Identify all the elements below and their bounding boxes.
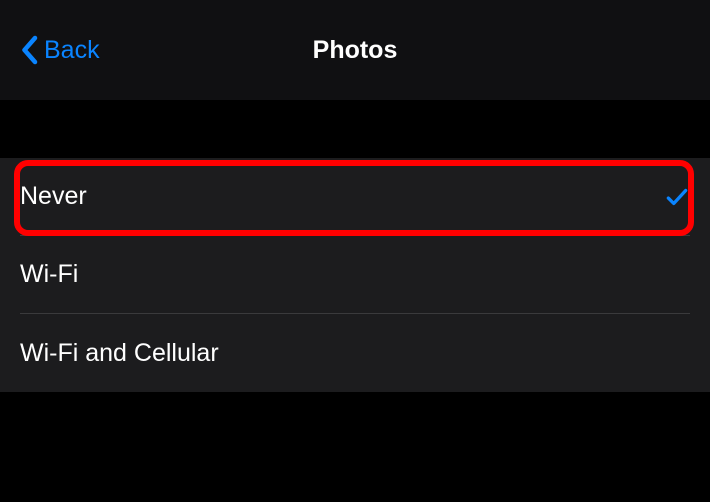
bottom-spacer (0, 392, 710, 502)
option-never[interactable]: Never (20, 158, 690, 236)
nav-bar: Back Photos (0, 0, 710, 100)
option-label: Wi-Fi (20, 260, 78, 289)
checkmark-icon (664, 184, 690, 210)
option-wifi-cellular[interactable]: Wi-Fi and Cellular (20, 314, 690, 392)
option-label: Wi-Fi and Cellular (20, 339, 219, 368)
back-button[interactable]: Back (20, 35, 100, 65)
section-spacer (0, 100, 710, 158)
page-title: Photos (0, 36, 710, 65)
option-wifi[interactable]: Wi-Fi (20, 236, 690, 314)
chevron-left-icon (20, 35, 38, 65)
option-label: Never (20, 182, 87, 211)
options-list: Never Wi-Fi Wi-Fi and Cellular (0, 158, 710, 392)
back-label: Back (44, 36, 100, 65)
